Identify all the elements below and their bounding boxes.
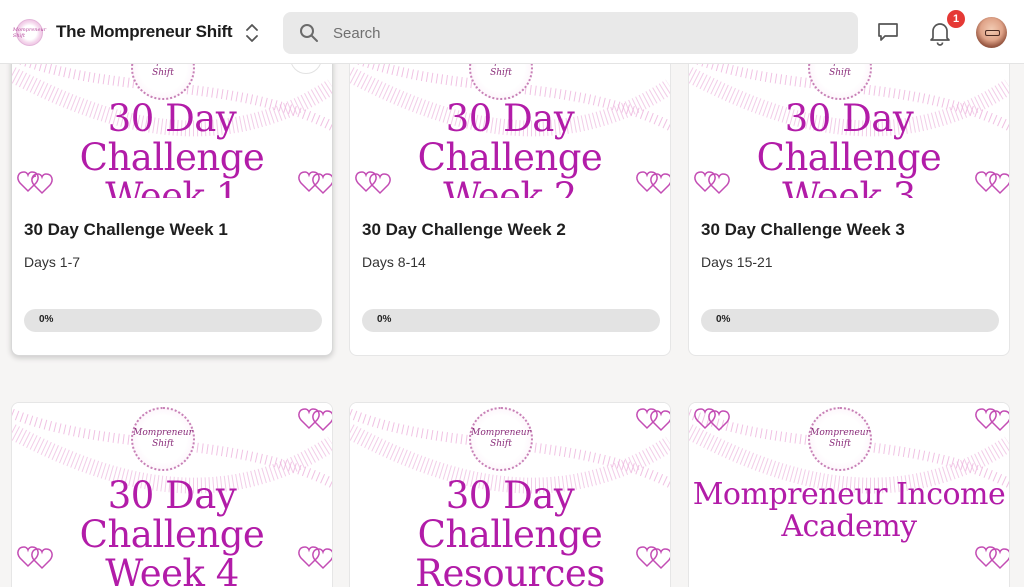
group-logo[interactable]: Mompreneur Shift <box>12 19 47 46</box>
course-cover-image: Mompreneur Shift Mompreneur Income Academy <box>689 403 1009 587</box>
card-body: 30 Day Challenge Week 3 Days 15-21 0% <box>689 198 1009 355</box>
course-card[interactable]: Mompreneur Shift Mompreneur Income Academy <box>688 402 1010 587</box>
cover-title: 30 Day Challenge Week 2 <box>417 97 603 198</box>
course-progress-bar: 0% <box>24 309 322 332</box>
heart-icon <box>694 171 730 195</box>
progress-label: 0% <box>39 314 54 325</box>
heart-icon <box>298 408 332 432</box>
mompreneur-shift-emblem: MompreneurShift <box>808 407 872 471</box>
heart-icon <box>298 171 332 195</box>
top-navigation-bar: Mompreneur Shift The Mompreneur Shift 1 <box>0 0 1024 64</box>
course-cover-image: MompreneurShift 30 Day ChallengeWeek 3 <box>689 46 1009 198</box>
mompreneur-shift-emblem: MompreneurShift <box>469 407 533 471</box>
notification-count-badge: 1 <box>945 8 967 30</box>
heart-icon <box>975 546 1009 570</box>
card-body: 30 Day Challenge Week 2 Days 8-14 0% <box>350 198 670 355</box>
search-bar[interactable] <box>283 12 858 54</box>
course-progress-bar: 0% <box>362 309 660 332</box>
course-cover-image: MompreneurShift 30 Day ChallengeWeek 1 ⋯ <box>12 46 332 198</box>
course-cover-image: Mompreneur Shift 30 Day Challenge Week 4 <box>12 403 332 587</box>
heart-icon <box>636 408 670 432</box>
course-cover-image: MompreneurShift 30 Day ChallengeWeek 2 <box>350 46 670 198</box>
chat-icon[interactable] <box>876 20 900 44</box>
heart-icon <box>975 171 1009 195</box>
course-title[interactable]: 30 Day Challenge Week 1 <box>24 220 228 240</box>
mompreneur-shift-emblem: MompreneurShift <box>131 407 195 471</box>
cover-title: Mompreneur Income Academy <box>692 477 1006 544</box>
progress-label: 0% <box>377 314 392 325</box>
course-title[interactable]: 30 Day Challenge Week 3 <box>701 220 905 240</box>
heart-icon <box>298 546 332 570</box>
course-cover-image: Mompreneur Shift 30 Day Challenge Resource… <box>350 403 670 587</box>
cover-title: 30 Day Challenge Resources <box>415 474 605 587</box>
cover-title: 30 Day Challenge Week 1 <box>79 97 265 198</box>
course-subtitle: Days 1-7 <box>24 254 81 270</box>
user-avatar[interactable] <box>976 17 1007 48</box>
heart-icon <box>17 171 53 195</box>
group-switcher-icon[interactable] <box>240 22 264 44</box>
heart-icon <box>694 408 730 432</box>
logo-text: Mompreneur Shift <box>12 26 47 39</box>
course-card[interactable]: MompreneurShift 30 Day ChallengeWeek 1 ⋯… <box>11 45 333 356</box>
search-input[interactable] <box>333 12 833 54</box>
course-card[interactable]: MompreneurShift 30 Day ChallengeWeek 3 3… <box>688 45 1010 356</box>
heart-icon <box>975 408 1009 432</box>
heart-icon <box>17 546 53 570</box>
cover-title: 30 Day Challenge Week 3 <box>756 97 942 198</box>
heart-icon <box>636 546 670 570</box>
course-card[interactable]: MompreneurShift 30 Day ChallengeWeek 2 3… <box>349 45 671 356</box>
course-subtitle: Days 15-21 <box>701 254 773 270</box>
course-card[interactable]: Mompreneur Shift 30 Day Challenge Week 4 <box>11 402 333 587</box>
search-icon <box>300 24 318 42</box>
card-body: 30 Day Challenge Week 1 Days 1-7 0% <box>12 198 332 355</box>
course-subtitle: Days 8-14 <box>362 254 426 270</box>
heart-icon <box>355 171 391 195</box>
group-name[interactable]: The Mompreneur Shift <box>56 22 233 42</box>
progress-label: 0% <box>716 314 731 325</box>
heart-icon <box>636 171 670 195</box>
course-title[interactable]: 30 Day Challenge Week 2 <box>362 220 566 240</box>
cover-title: 30 Day Challenge Week 4 <box>79 474 265 587</box>
course-card[interactable]: Mompreneur Shift 30 Day Challenge Resource… <box>349 402 671 587</box>
course-progress-bar: 0% <box>701 309 999 332</box>
